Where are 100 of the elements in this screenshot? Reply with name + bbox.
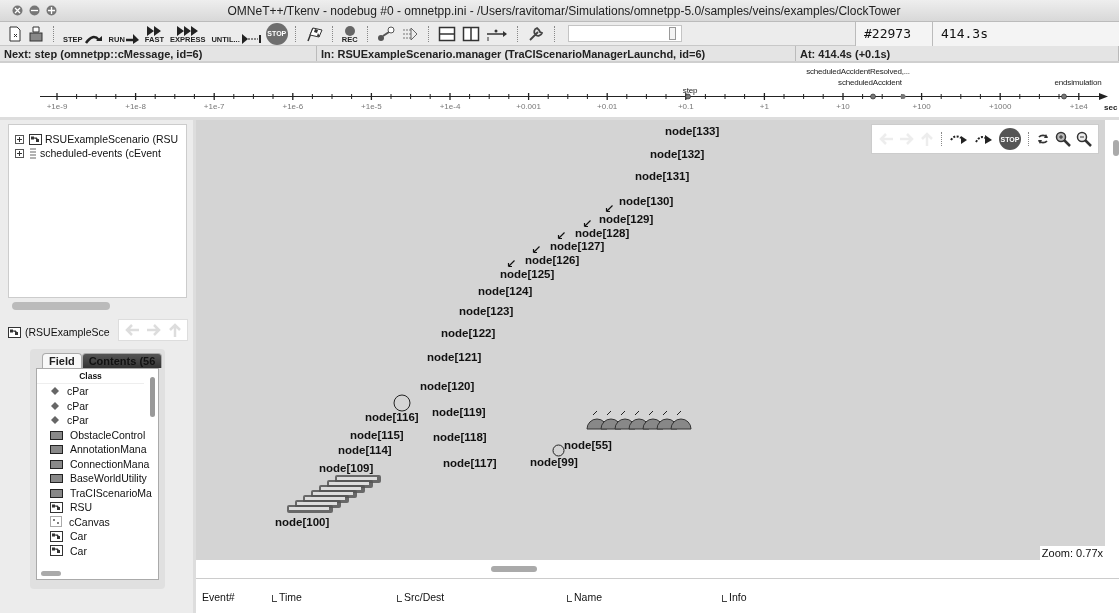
minimize-window-icon[interactable] xyxy=(29,5,40,16)
list-item[interactable]: cPar xyxy=(67,385,89,398)
checkered-flag-icon xyxy=(304,25,323,42)
list-item[interactable]: TraCIScenarioMa xyxy=(70,486,152,499)
node-label[interactable]: node[120] xyxy=(420,380,475,392)
step-into-button[interactable] xyxy=(949,132,969,146)
event-label: endsimulation xyxy=(1054,78,1102,87)
column-header[interactable]: Class xyxy=(37,369,144,384)
node-label[interactable]: node[119] xyxy=(432,406,486,418)
module-status: In: RSUExampleScenario.manager (TraCIScenarioManagerLaunchd, id=6) xyxy=(317,46,796,61)
node-label[interactable]: node[117] xyxy=(443,457,497,469)
up-arrow-icon xyxy=(168,323,182,337)
slider-thumb[interactable] xyxy=(669,27,677,40)
load-button[interactable] xyxy=(26,23,46,44)
node-label[interactable]: node[127] xyxy=(550,240,605,252)
link-arrow-icon xyxy=(557,232,565,240)
list-item[interactable]: cPar xyxy=(67,399,89,412)
column-header[interactable]: Event# xyxy=(202,591,262,603)
tab[interactable]: Field xyxy=(42,353,82,368)
compound-module-icon xyxy=(29,133,42,145)
axis-unit: sec xyxy=(1104,103,1118,112)
expand-icon[interactable] xyxy=(15,148,24,158)
compound-module-icon xyxy=(50,545,63,557)
dotted-arrow-icon xyxy=(949,132,969,146)
scrollbar-thumb[interactable] xyxy=(150,377,155,417)
column-header[interactable]: Src/Dest xyxy=(397,591,557,603)
diamond-icon xyxy=(50,386,60,397)
zoom-window-icon[interactable] xyxy=(46,5,57,16)
list-item[interactable]: Car xyxy=(70,530,87,543)
node-label[interactable]: node[109] xyxy=(319,462,374,474)
diamond-icon xyxy=(50,400,60,411)
node-label[interactable]: node[129] xyxy=(599,213,654,225)
list-item[interactable]: AnnotationMana xyxy=(70,443,147,456)
list-item[interactable]: ConnectionMana xyxy=(70,457,150,470)
expand-icon[interactable] xyxy=(15,134,24,144)
window-title: OMNeT++/Tkenv - nodebug #0 - omnetpp.ini - /Users/ravitomar/Simulations/omnetpp-5.0/samples/veins/examples/ClockTower xyxy=(226,3,902,18)
node-label[interactable]: node[126] xyxy=(525,254,580,266)
link-arrow-icon xyxy=(605,205,613,213)
event-number: #22973 xyxy=(855,21,932,46)
column-header[interactable]: Info xyxy=(722,591,782,603)
node-label[interactable]: node[125] xyxy=(500,268,555,280)
column-header[interactable]: Time xyxy=(272,591,387,603)
node-label[interactable]: node[115] xyxy=(350,429,404,441)
scrollbar-thumb[interactable] xyxy=(1113,140,1119,156)
node-label[interactable]: node[55] xyxy=(564,439,612,451)
axis-tick-label: +1000 xyxy=(988,102,1012,111)
axis-tick-label: +1e4 xyxy=(1069,102,1088,111)
list-item[interactable]: Car xyxy=(70,544,87,557)
node-label[interactable]: node[130] xyxy=(619,195,674,207)
node-label[interactable]: node[132] xyxy=(650,148,705,160)
simple-module-icon xyxy=(50,487,63,498)
node-label[interactable]: node[123] xyxy=(459,305,514,317)
list-item[interactable]: ObstacleControl xyxy=(70,428,146,441)
list-item[interactable]: cPar xyxy=(67,414,89,427)
column-header[interactable]: Name xyxy=(567,591,712,603)
axis-tick-label: +1 xyxy=(759,102,769,111)
event-label: scheduledAccident xyxy=(838,78,902,87)
node-label[interactable]: node[128] xyxy=(575,227,630,239)
queue-icon xyxy=(29,147,37,159)
split-horizontal-icon xyxy=(437,25,456,42)
scrollbar-thumb[interactable] xyxy=(491,566,537,572)
axis-tick-label: +0.001 xyxy=(516,102,541,111)
document-icon xyxy=(8,25,22,42)
node-label[interactable]: node[100] xyxy=(275,516,330,528)
node-label[interactable]: node[114] xyxy=(338,444,392,456)
simple-module-icon xyxy=(50,473,63,484)
tree-item[interactable]: RSUExampleScenario (RSU xyxy=(45,133,179,145)
list-item[interactable]: BaseWorldUtility xyxy=(70,472,147,485)
speed-slider[interactable] xyxy=(567,25,682,42)
step-out-button[interactable] xyxy=(974,132,994,146)
file-load-icon xyxy=(28,25,44,42)
node-label[interactable]: node[124] xyxy=(478,285,533,297)
node-label[interactable]: node[99] xyxy=(530,456,578,468)
list-item[interactable]: RSU xyxy=(70,501,93,514)
node-label[interactable]: node[116] xyxy=(365,411,419,423)
simulation-time: 414.3s xyxy=(932,21,1119,46)
node-label[interactable]: node[133] xyxy=(665,125,720,137)
close-window-icon[interactable] xyxy=(12,5,23,16)
filter-arrows-icon xyxy=(400,25,419,42)
axis-tick-label: +1e-7 xyxy=(203,102,225,111)
canvas-icon xyxy=(50,516,62,528)
forward-arrow-icon xyxy=(146,323,162,337)
list-item[interactable]: cCanvas xyxy=(69,515,110,528)
scrollbar-thumb[interactable] xyxy=(12,302,110,310)
axis-tick-label: +1e-8 xyxy=(125,102,146,111)
node-label[interactable]: node[122] xyxy=(441,327,496,339)
axis-tick-label: +0.1 xyxy=(677,102,694,111)
node-label[interactable]: node[118] xyxy=(433,431,487,443)
node-label[interactable]: node[131] xyxy=(635,170,690,182)
scrollbar-thumb[interactable] xyxy=(41,571,61,576)
simple-module-icon xyxy=(50,458,63,469)
zoom-out-button[interactable] xyxy=(1076,131,1092,147)
axis-tick-label: +1e-6 xyxy=(282,102,304,111)
event-label: scheduledAccidentResolved,... xyxy=(806,67,910,76)
self-loop-icon xyxy=(552,444,565,457)
zoom-in-button[interactable] xyxy=(1055,131,1071,147)
axis-tick-label: +10 xyxy=(836,102,850,111)
tree-item[interactable]: scheduled-events (cEvent xyxy=(40,147,161,159)
new-button[interactable] xyxy=(6,23,24,44)
node-label[interactable]: node[121] xyxy=(427,351,482,363)
